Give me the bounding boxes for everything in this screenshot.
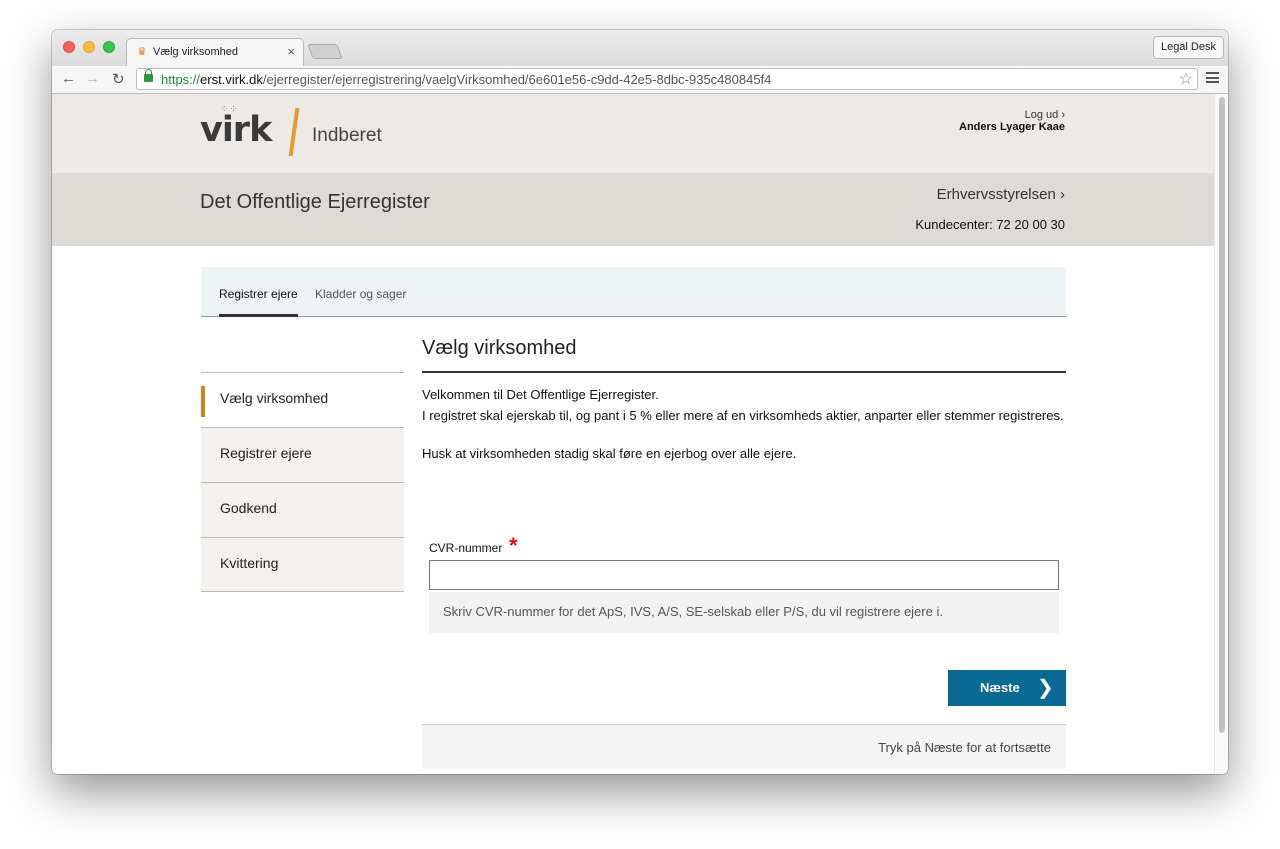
main-content: Vælg virksomhed Velkommen til Det Offent… xyxy=(422,334,1066,769)
step-label: Registrer ejere xyxy=(220,445,312,461)
step-label: Kvittering xyxy=(220,555,279,571)
title-bar: ♛ Vælg virksomhed × Legal Desk xyxy=(52,30,1228,67)
forward-arrow-icon[interactable]: → xyxy=(85,70,100,87)
step-vaelg-virksomhed[interactable]: Vælg virksomhed xyxy=(201,372,404,427)
footer-hint: Tryk på Næste for at fortsætte xyxy=(878,740,1051,755)
legal-desk-button[interactable]: Legal Desk xyxy=(1152,36,1224,59)
vertical-scrollbar[interactable] xyxy=(1214,94,1228,774)
cvr-help-text: Skriv CVR-nummer for det ApS, IVS, A/S, … xyxy=(443,604,943,619)
form-footer: Tryk på Næste for at fortsætte xyxy=(422,724,1066,769)
browser-toolbar: ← → ↻ https://erst.virk.dk/ejerregister/… xyxy=(52,66,1228,94)
tab-title: Vælg virksomhed xyxy=(153,46,238,58)
user-name: Anders Lyager Kaae xyxy=(959,121,1065,133)
intro-line-1: Velkommen til Det Offentlige Ejerregiste… xyxy=(422,387,659,402)
page-viewport: ⁘⁘ virk Indberet Log ud › Anders Lyager … xyxy=(52,94,1228,774)
crown-favicon-icon: ♛ xyxy=(137,46,147,58)
agency-link[interactable]: Erhvervsstyrelsen › xyxy=(937,186,1065,203)
zoom-window-button[interactable] xyxy=(103,41,115,53)
intro-text: Velkommen til Det Offentlige Ejerregiste… xyxy=(422,384,1066,426)
address-bar[interactable]: https://erst.virk.dk/ejerregister/ejerre… xyxy=(136,68,1198,90)
page-heading: Vælg virksomhed xyxy=(422,334,1066,373)
close-window-button[interactable] xyxy=(63,41,75,53)
intro-line-2: I registret skal ejerskab til, og pant i… xyxy=(422,408,1064,423)
browser-tab[interactable]: ♛ Vælg virksomhed × xyxy=(126,38,304,67)
site-header: ⁘⁘ virk Indberet Log ud › Anders Lyager … xyxy=(52,94,1214,173)
virk-logo[interactable]: virk xyxy=(200,110,272,150)
step-navigation: Vælg virksomhed Registrer ejere Godkend … xyxy=(201,372,404,592)
tab-registrer-ejere[interactable]: Registrer ejere xyxy=(219,287,298,317)
cvr-help-box: Skriv CVR-nummer for det ApS, IVS, A/S, … xyxy=(429,592,1059,633)
url-text[interactable]: https://erst.virk.dk/ejerregister/ejerre… xyxy=(161,72,771,87)
cvr-label: CVR-nummer xyxy=(429,541,503,555)
chevron-right-icon: ❯ xyxy=(1037,677,1054,699)
site-subheader: Det Offentlige Ejerregister Erhvervsstyr… xyxy=(52,173,1214,246)
new-tab-button[interactable] xyxy=(307,44,343,59)
reminder-text: Husk at virksomheden stadig skal føre en… xyxy=(422,446,797,461)
step-label: Vælg virksomhed xyxy=(220,390,329,406)
tab-close-icon[interactable]: × xyxy=(287,44,295,59)
logo-subtitle: Indberet xyxy=(312,125,382,146)
step-godkend[interactable]: Godkend xyxy=(201,482,404,537)
next-button[interactable]: Næste ❯ xyxy=(948,670,1066,706)
customer-center: Kundecenter: 72 20 00 30 xyxy=(915,217,1065,232)
site-title: Det Offentlige Ejerregister xyxy=(200,191,430,213)
menu-icon[interactable] xyxy=(1206,72,1219,83)
scrollbar-thumb[interactable] xyxy=(1219,97,1225,733)
reload-icon[interactable]: ↻ xyxy=(112,70,125,88)
bookmark-star-icon[interactable]: ☆ xyxy=(1179,69,1193,89)
step-registrer-ejere[interactable]: Registrer ejere xyxy=(201,427,404,482)
next-button-label: Næste xyxy=(980,680,1020,695)
minimize-window-button[interactable] xyxy=(83,41,95,53)
back-arrow-icon[interactable]: ← xyxy=(61,70,76,87)
step-label: Godkend xyxy=(220,500,277,516)
required-asterisk-icon: * xyxy=(509,533,518,558)
lock-icon xyxy=(144,69,153,82)
logout-link[interactable]: Log ud › xyxy=(1025,109,1065,121)
cvr-input[interactable] xyxy=(429,560,1059,590)
page-tabs: Registrer ejere Kladder og sager xyxy=(201,267,1066,317)
step-kvittering[interactable]: Kvittering xyxy=(201,537,404,592)
logo-divider xyxy=(288,108,300,156)
tab-kladder-og-sager[interactable]: Kladder og sager xyxy=(315,287,406,301)
browser-window: ♛ Vælg virksomhed × Legal Desk ← → ↻ htt… xyxy=(52,30,1228,774)
